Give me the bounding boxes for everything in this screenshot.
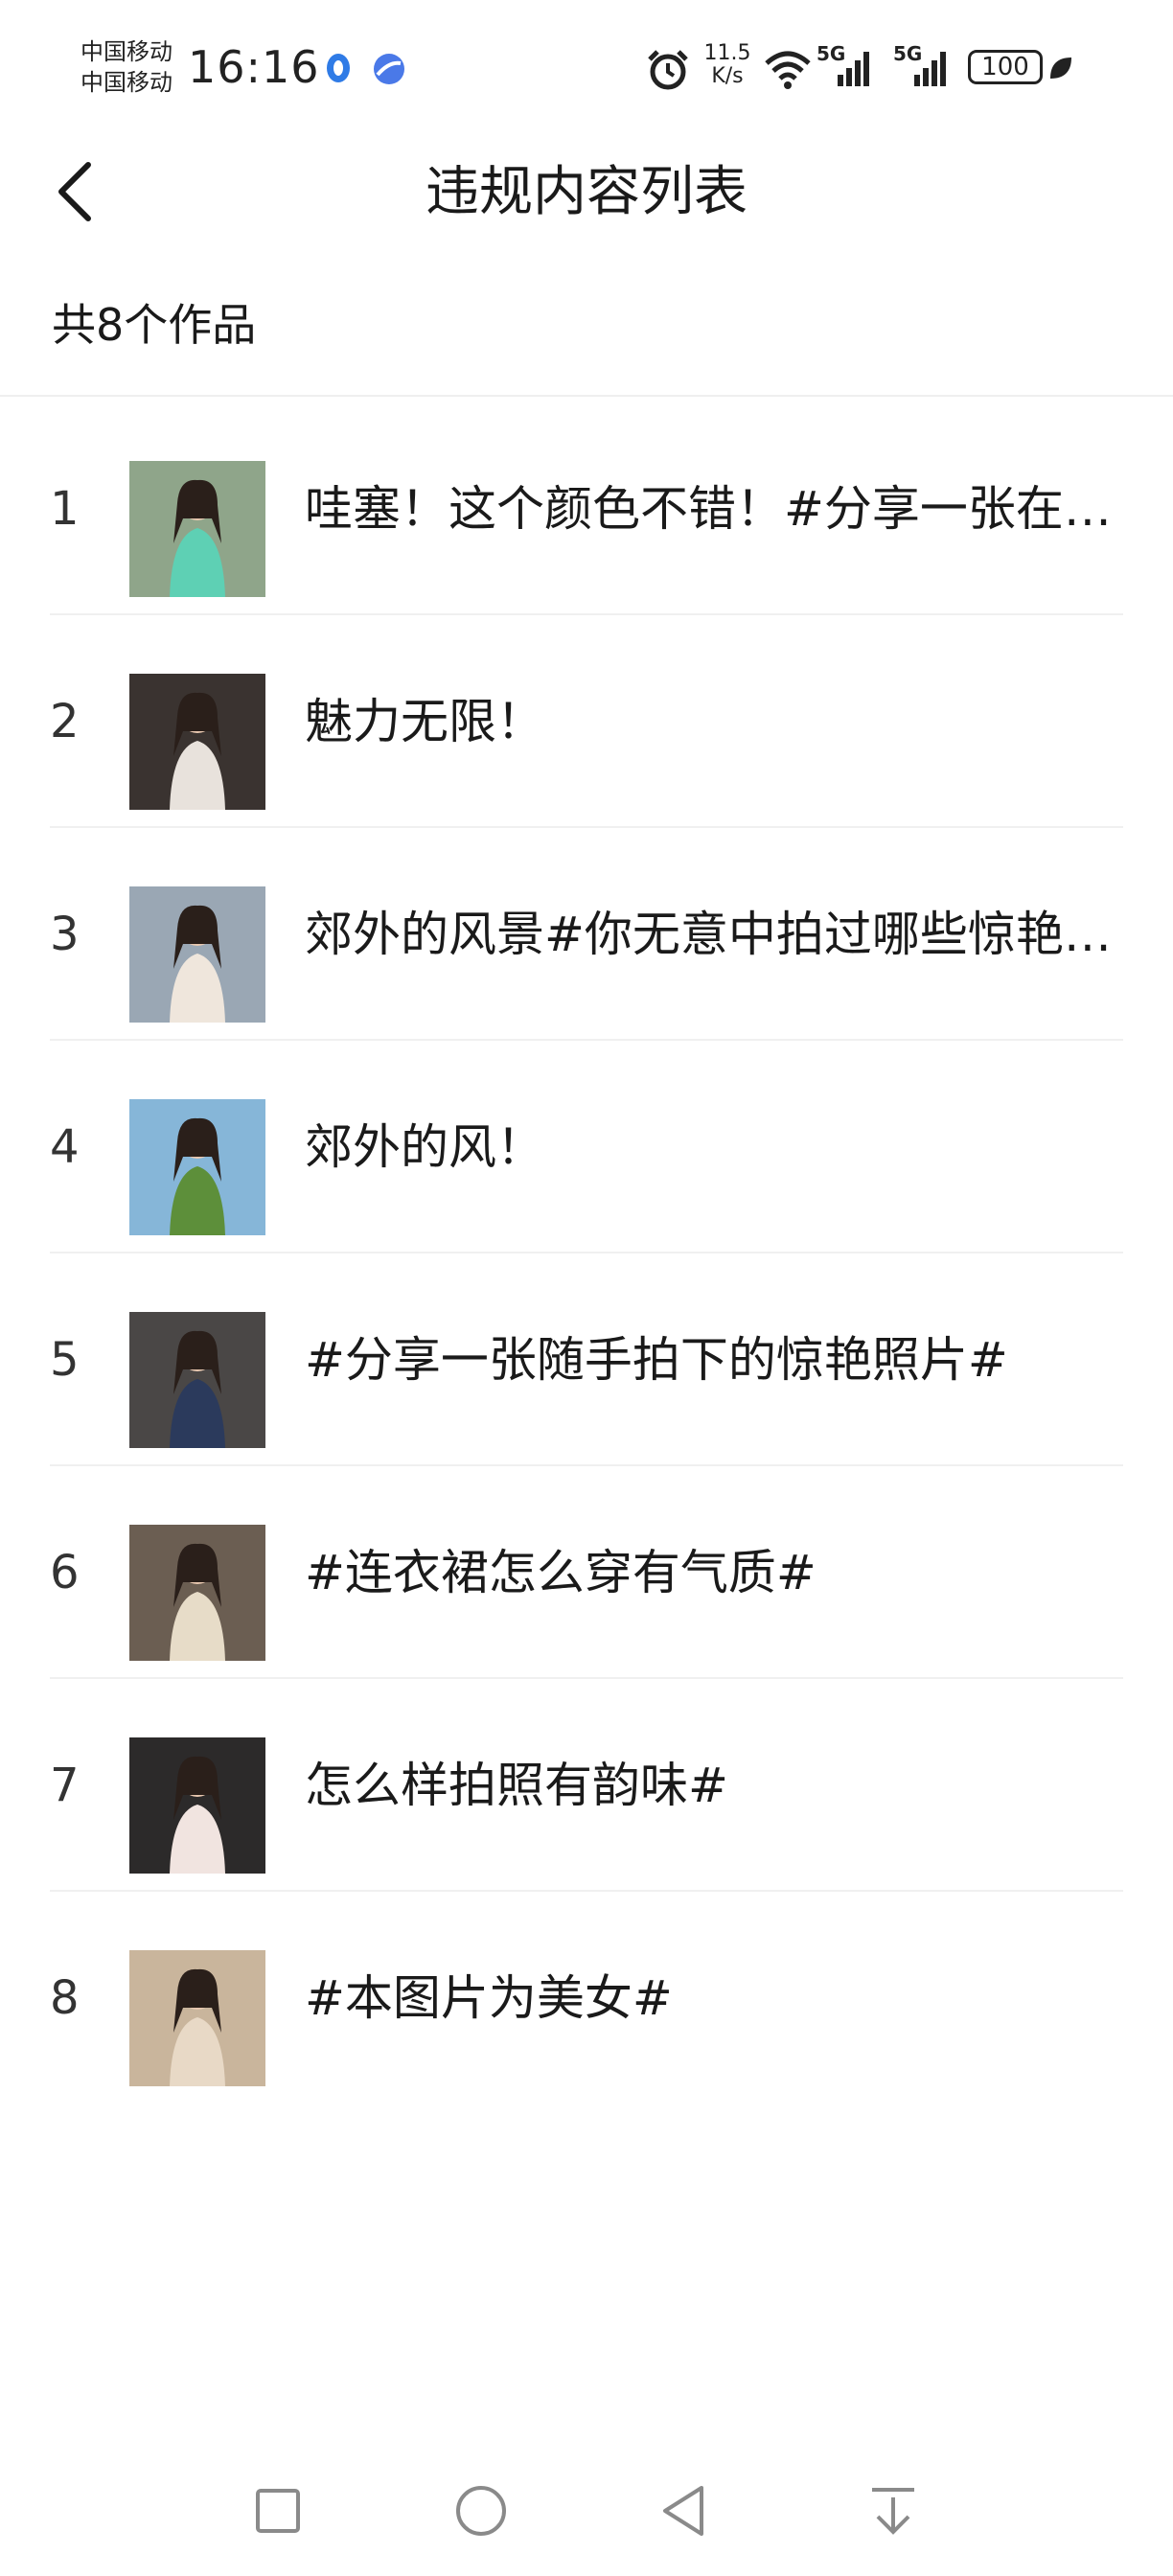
item-title: 怎么样拍照有韵味# [305,1758,728,1813]
alarm-icon [646,48,690,96]
thumbnail-photo [129,461,265,597]
divider [0,395,1173,397]
thumbnail-photo [129,886,265,1023]
item-index: 4 [50,1120,80,1174]
item-title: 郊外的风景#你无意中拍过哪些惊艳的照片# [305,907,1121,962]
list-item[interactable]: 1 哇塞！这个颜色不错！#分享一张在超级热的天气下拍摄的照片# [0,402,1173,615]
leaf-icon [1046,54,1075,86]
status-icons: 11.5 K/s 5G 5G 100 [646,42,1096,96]
item-title: 郊外的风！ [305,1119,544,1175]
recent-apps-button[interactable] [240,2472,316,2549]
list-item[interactable]: 2 魅力无限！ [0,615,1173,828]
item-index: 6 [50,1546,80,1599]
thumbnail-photo [129,674,265,810]
system-navigation-bar [0,2463,1173,2559]
thumbnail-photo [129,1312,265,1448]
status-bar: 中国移动 中国移动 16:16 11.5 K/s 5G 5G 100 [0,0,1173,134]
item-thumbnail[interactable] [129,1312,265,1448]
item-thumbnail[interactable] [129,1950,265,2086]
item-title: #连衣裙怎么穿有气质# [305,1545,816,1600]
item-title: 哇塞！这个颜色不错！#分享一张在超级热的天气下拍摄的照片# [305,481,1121,537]
carrier-info: 中国移动 中国移动 [80,36,172,98]
item-thumbnail[interactable] [129,1099,265,1235]
net-speed-unit: K/s [711,64,744,88]
violation-list: 1 哇塞！这个颜色不错！#分享一张在超级热的天气下拍摄的照片# 2 魅力无限！ 3 郊外的… [0,402,1173,2104]
item-thumbnail[interactable] [129,1525,265,1661]
item-thumbnail[interactable] [129,461,265,597]
thumbnail-photo [129,1950,265,2086]
circle-icon [456,2486,506,2536]
browser-notification-icon [372,52,406,90]
home-button[interactable] [443,2472,519,2549]
list-item[interactable]: 6 #连衣裙怎么穿有气质# [0,1466,1173,1679]
item-title: #本图片为美女# [305,1970,673,2026]
list-item[interactable]: 3 郊外的风景#你无意中拍过哪些惊艳的照片# [0,828,1173,1041]
works-count: 共8个作品 [52,299,257,351]
signal-sim2-icon [905,48,949,92]
item-index: 5 [50,1333,80,1387]
thumbnail-photo [129,1525,265,1661]
item-thumbnail[interactable] [129,1737,265,1874]
item-thumbnail[interactable] [129,886,265,1023]
item-index: 3 [50,908,80,961]
list-item[interactable]: 5 #分享一张随手拍下的惊艳照片# [0,1254,1173,1466]
square-icon [256,2489,300,2533]
triangle-left-icon [663,2486,703,2536]
app-notification-icon [324,52,353,88]
item-index: 2 [50,695,80,748]
carrier-2: 中国移动 [80,69,172,96]
signal-sim1-icon [828,48,872,92]
item-index: 1 [50,482,80,536]
list-item[interactable]: 8 #本图片为美女# [0,1892,1173,2104]
carrier-1: 中国移动 [80,38,172,65]
thumbnail-photo [129,1099,265,1235]
item-title: #分享一张随手拍下的惊艳照片# [305,1332,1008,1388]
net-speed-value: 11.5 [703,41,751,65]
list-item[interactable]: 4 郊外的风！ [0,1041,1173,1254]
status-time: 16:16 [188,41,320,93]
wifi-icon [763,48,813,94]
arrow-down-bar-icon [872,2488,914,2535]
item-title: 魅力无限！ [305,694,544,749]
battery-icon: 100 [968,50,1043,84]
item-thumbnail[interactable] [129,674,265,810]
item-index: 7 [50,1759,80,1812]
list-item[interactable]: 7 怎么样拍照有韵味# [0,1679,1173,1892]
thumbnail-photo [129,1737,265,1874]
net-speed: 11.5 K/s [702,42,753,88]
notification-pulldown-button[interactable] [855,2472,932,2549]
page-title: 违规内容列表 [426,161,748,223]
item-index: 8 [50,1971,80,2025]
system-back-button[interactable] [648,2472,724,2549]
